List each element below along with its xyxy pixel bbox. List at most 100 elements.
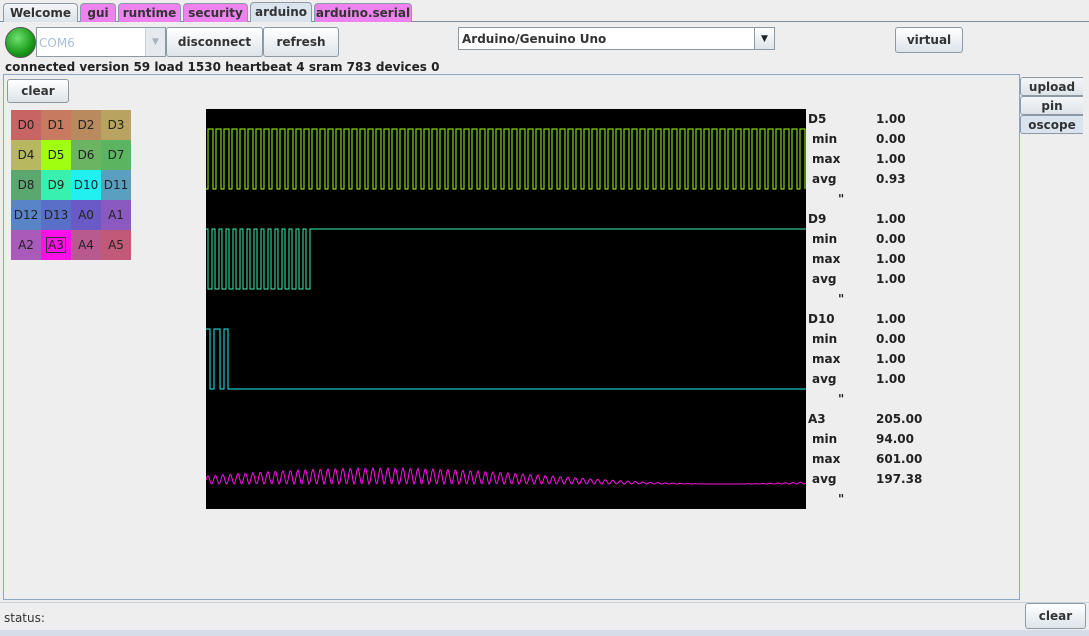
pin-d9[interactable]: D9	[41, 170, 71, 200]
stat-avg-value: 1.00	[876, 272, 906, 286]
pin-d1[interactable]: D1	[41, 110, 71, 140]
tab-pin[interactable]: pin	[1020, 96, 1083, 115]
d10-trace	[206, 328, 806, 390]
clear-button[interactable]: clear	[7, 79, 69, 103]
status-clear-button[interactable]: clear	[1025, 603, 1086, 629]
pin-label: D1	[47, 118, 65, 132]
trace-name-label: D5	[808, 112, 827, 126]
stat-max-value: 1.00	[876, 252, 906, 266]
trace-name-value: 1.00	[876, 112, 906, 126]
stat-avg-label: avg	[812, 172, 837, 186]
connection-status: connected version 59 load 1530 heartbeat…	[5, 60, 440, 74]
pin-label: D4	[17, 148, 35, 162]
stat-avg-label: avg	[812, 472, 837, 486]
chevron-down-icon[interactable]: ▼	[145, 28, 165, 56]
pin-label: D11	[103, 178, 129, 192]
trace-name-label: D10	[808, 312, 835, 326]
pin-a0[interactable]: A0	[71, 200, 101, 230]
stat-max-label: max	[812, 252, 841, 266]
stat-max-label: max	[812, 152, 841, 166]
tab-welcome[interactable]: Welcome	[3, 3, 78, 22]
pin-d12[interactable]: D12	[11, 200, 41, 230]
stat-max-value: 1.00	[876, 352, 906, 366]
pin-label: D9	[47, 178, 65, 192]
stat-min-label: min	[812, 332, 838, 346]
trace-marker: "	[838, 492, 845, 506]
pin-d13[interactable]: D13	[41, 200, 71, 230]
tab-bar: Welcome gui runtime security arduino ard…	[0, 0, 1089, 22]
pin-d7[interactable]: D7	[101, 140, 131, 170]
oscilloscope-display	[206, 109, 806, 509]
pin-label: D5	[47, 148, 65, 162]
tab-runtime[interactable]: runtime	[118, 3, 181, 22]
stat-min-value: 0.00	[876, 132, 906, 146]
pin-d8[interactable]: D8	[11, 170, 41, 200]
pin-d5[interactable]: D5	[41, 140, 71, 170]
tab-gui[interactable]: gui	[80, 3, 116, 22]
pin-label: D7	[107, 148, 125, 162]
d5-trace	[206, 128, 806, 190]
tab-arduino-serial[interactable]: arduino.serial	[314, 3, 412, 22]
pin-a2[interactable]: A2	[11, 230, 41, 260]
stat-avg-value: 197.38	[876, 472, 923, 486]
refresh-button[interactable]: refresh	[263, 27, 339, 57]
trace-marker: "	[838, 392, 845, 406]
bottom-strip	[0, 630, 1089, 636]
pin-d4[interactable]: D4	[11, 140, 41, 170]
pin-label: D3	[107, 118, 125, 132]
pin-a4[interactable]: A4	[71, 230, 101, 260]
tab-arduino[interactable]: arduino	[250, 2, 312, 22]
pin-label: A5	[108, 238, 124, 252]
pin-a1[interactable]: A1	[101, 200, 131, 230]
pin-label: D6	[77, 148, 95, 162]
tab-upload[interactable]: upload	[1020, 77, 1083, 96]
disconnect-button[interactable]: disconnect	[166, 27, 263, 57]
pin-label: A3	[46, 237, 66, 253]
pin-label: D10	[73, 178, 99, 192]
trace-name-value: 1.00	[876, 212, 906, 226]
pin-d11[interactable]: D11	[101, 170, 131, 200]
trace-marker: "	[838, 292, 845, 306]
tab-oscope[interactable]: oscope	[1020, 115, 1083, 134]
pin-label: A2	[18, 238, 34, 252]
pin-label: D13	[43, 208, 69, 222]
pin-label: A0	[78, 208, 94, 222]
stat-min-label: min	[812, 232, 838, 246]
tab-security[interactable]: security	[183, 3, 248, 22]
pin-a5[interactable]: A5	[101, 230, 131, 260]
stat-min-label: min	[812, 432, 838, 446]
pin-a3[interactable]: A3	[41, 230, 71, 260]
pin-d0[interactable]: D0	[11, 110, 41, 140]
status-bar: status:	[0, 602, 1089, 630]
pin-d10[interactable]: D10	[71, 170, 101, 200]
port-select[interactable]: COM6 ▼	[36, 27, 166, 57]
connection-led-icon	[5, 27, 36, 58]
stat-min-label: min	[812, 132, 838, 146]
pin-d3[interactable]: D3	[101, 110, 131, 140]
pin-label: D0	[17, 118, 35, 132]
pin-d2[interactable]: D2	[71, 110, 101, 140]
chevron-down-icon[interactable]: ▼	[754, 28, 774, 49]
a3-trace	[206, 466, 806, 486]
virtual-button[interactable]: virtual	[895, 27, 963, 53]
d9-trace	[206, 228, 806, 290]
stat-max-value: 1.00	[876, 152, 906, 166]
pin-d6[interactable]: D6	[71, 140, 101, 170]
board-select[interactable]: Arduino/Genuino Uno ▼	[458, 27, 775, 50]
trace-name-value: 205.00	[876, 412, 923, 426]
port-value: COM6	[39, 36, 75, 50]
pin-label: A4	[78, 238, 94, 252]
stat-max-label: max	[812, 352, 841, 366]
stat-min-value: 0.00	[876, 232, 906, 246]
stat-min-value: 0.00	[876, 332, 906, 346]
stat-min-value: 94.00	[876, 432, 914, 446]
stat-max-label: max	[812, 452, 841, 466]
pin-label: D2	[77, 118, 95, 132]
stat-max-value: 601.00	[876, 452, 923, 466]
stat-avg-label: avg	[812, 372, 837, 386]
stat-avg-label: avg	[812, 272, 837, 286]
status-label: status:	[4, 611, 45, 625]
trace-name-value: 1.00	[876, 312, 906, 326]
stat-avg-value: 0.93	[876, 172, 906, 186]
pin-label: A1	[108, 208, 124, 222]
